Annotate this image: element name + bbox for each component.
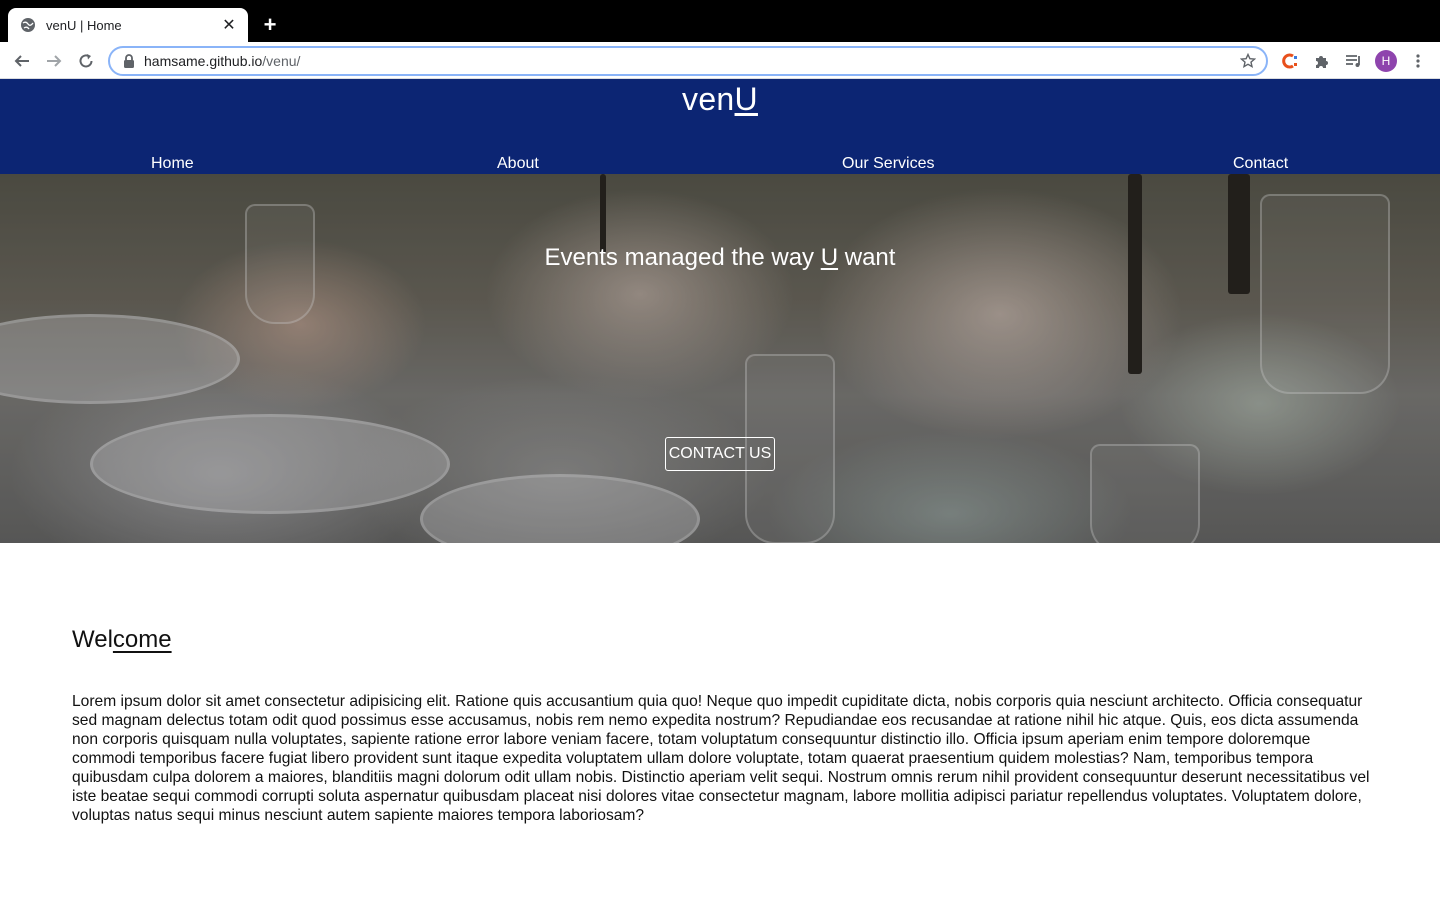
plus-icon[interactable]: + — [258, 12, 282, 37]
tagline-highlight: U — [820, 244, 839, 271]
lock-icon — [122, 54, 136, 68]
tagline-before: Events managed the way — [544, 244, 821, 271]
media-icon[interactable] — [1342, 49, 1366, 73]
avatar[interactable]: H — [1375, 50, 1397, 72]
nav-contact[interactable]: Contact — [1233, 155, 1288, 173]
logo-highlight: U — [734, 81, 758, 117]
url-text: hamsame.github.io/venu/ — [144, 53, 1238, 69]
puzzle-icon[interactable] — [1310, 49, 1334, 73]
reload-icon[interactable] — [73, 48, 99, 74]
browser-tab[interactable]: venU | Home ✕ — [8, 8, 248, 42]
more-icon[interactable] — [1406, 49, 1430, 73]
hero-tagline: Events managed the way U want — [0, 244, 1440, 272]
tab-title: venU | Home — [46, 17, 122, 33]
logo-prefix: ven — [682, 81, 735, 117]
hero-banner: Events managed the way U want CONTACT US — [0, 174, 1440, 543]
back-icon[interactable] — [9, 48, 35, 74]
site-logo[interactable]: venU — [0, 81, 1440, 118]
nav-our-services[interactable]: Our Services — [842, 155, 934, 173]
tagline-after: want — [838, 244, 896, 271]
url-host: hamsame.github.io — [144, 53, 263, 69]
nav-about[interactable]: About — [497, 155, 539, 173]
welcome-heading-underlined: come — [112, 626, 172, 653]
url-path: /venu/ — [262, 53, 301, 69]
welcome-heading-start: Wel — [72, 626, 113, 653]
forward-icon[interactable] — [41, 48, 67, 74]
browser-toolbar: hamsame.github.io/venu/ H — [0, 42, 1440, 79]
contact-us-button[interactable]: CONTACT US — [665, 437, 775, 471]
extension-c-icon[interactable] — [1278, 49, 1302, 73]
welcome-paragraph: Lorem ipsum dolor sit amet consectetur a… — [72, 693, 1370, 824]
address-bar[interactable]: hamsame.github.io/venu/ — [108, 46, 1268, 76]
browser-tab-bar: venU | Home ✕ + — [0, 0, 1440, 42]
nav-home[interactable]: Home — [151, 155, 194, 173]
globe-icon — [20, 17, 36, 33]
close-icon[interactable]: ✕ — [220, 16, 238, 34]
star-icon[interactable] — [1238, 51, 1258, 71]
hero-overlay — [0, 174, 1440, 543]
welcome-heading: Welcome — [72, 626, 172, 654]
site-header: venU Home About Our Services Contact — [0, 79, 1440, 174]
